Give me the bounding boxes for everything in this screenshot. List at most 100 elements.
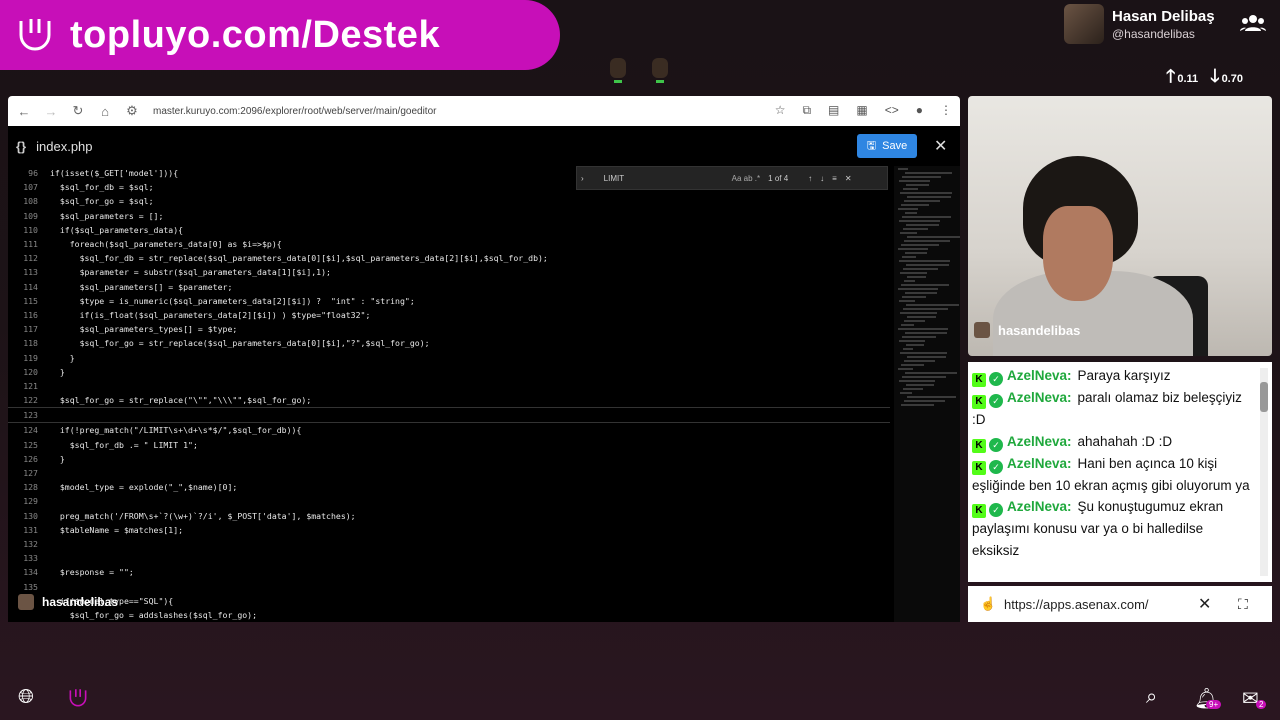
find-input[interactable]: LIMIT — [604, 174, 724, 183]
code-line[interactable]: 120 } — [8, 365, 890, 379]
match-options-icon[interactable]: Aa ab .* — [732, 174, 760, 183]
search-icon[interactable]: ⌕ — [1146, 686, 1157, 709]
code-line[interactable]: 109 $sql_parameters = []; — [8, 209, 890, 223]
code-line[interactable]: 129 — [8, 494, 890, 508]
code-line[interactable]: 111 foreach($sql_parameters_data[0] as $… — [8, 237, 890, 251]
menu-icon[interactable]: ⋮ — [940, 103, 952, 118]
mail-badge: 2 — [1256, 700, 1267, 709]
code-line[interactable]: 124 if(!preg_match("/LIMIT\s+\d+\s*$/",$… — [8, 423, 890, 437]
apps-icon[interactable]: ▦ — [856, 103, 867, 118]
code-line[interactable]: 119 } — [8, 350, 890, 364]
code-line[interactable]: 131 $tableName = $matches[1]; — [8, 523, 890, 537]
hand-icon: ☝ — [980, 596, 997, 611]
code-text: $sql_for_go = str_replace($sql_parameter… — [50, 338, 430, 349]
code-line[interactable]: 135 — [8, 579, 890, 593]
code-editor[interactable]: 96 if(isset($_GET['model'])){107 $sql_for… — [8, 166, 890, 622]
line-number: 135 — [23, 581, 38, 592]
line-number: 111 — [23, 239, 38, 250]
fullscreen-icon[interactable]: ⛶ — [1238, 596, 1248, 613]
chat-message: K ✓ AzelNeva: Hani ben açınca 10 kişi eşliğ… — [968, 453, 1272, 497]
globe-icon[interactable]: 🌐︎ — [18, 686, 34, 709]
site-info-icon[interactable]: ⚙ — [121, 103, 143, 119]
code-line[interactable]: 125 $sql_for_db .= " LIMIT 1"; — [8, 438, 890, 452]
chat-scrollbar[interactable] — [1260, 368, 1268, 576]
code-line[interactable]: 116 if(is_float($sql_parameters_data[2][… — [8, 308, 890, 322]
line-number: 118 — [23, 338, 38, 349]
code-line[interactable]: 123 — [8, 407, 890, 424]
extensions-icon[interactable]: ⧉ — [802, 103, 811, 118]
find-widget[interactable]: › LIMIT Aa ab .* 1 of 4 ↑ ↓ ≡ ✕ — [576, 166, 888, 190]
chat-username[interactable]: AzelNeva: — [1007, 434, 1072, 449]
kick-badge-icon: K — [972, 373, 986, 387]
code-text: $sql_for_go = addslashes($sql_for_go); — [50, 609, 258, 620]
back-icon[interactable]: ← — [13, 104, 35, 119]
code-line[interactable]: 130 preg_match('/FROM\s+`?(\w+)`?/i', $_… — [8, 509, 890, 523]
chat-message: K ✓ AzelNeva: Şu konuştugumuz ekran paylaşı… — [968, 496, 1272, 561]
code-text: if(isset($_GET['model'])){ — [50, 168, 179, 179]
chat-panel[interactable]: K ✓ AzelNeva: Paraya karşıyız K ✓ AzelNeva: par… — [968, 362, 1272, 582]
chat-username[interactable]: AzelNeva: — [1007, 456, 1072, 471]
code-line[interactable]: 115 $type = is_numeric($sql_parameters_d… — [8, 294, 890, 308]
code-line[interactable]: 132 — [8, 537, 890, 551]
code-text: if(!preg_match("/LIMIT\s+\d+\s*$/",$sql_… — [50, 425, 302, 436]
editor-header: {} index.php 🖫 Save ✕ — [8, 126, 960, 166]
avatar — [606, 56, 630, 88]
chat-username[interactable]: AzelNeva: — [1007, 368, 1072, 383]
home-icon[interactable]: ⌂ — [94, 104, 116, 119]
cam-username: hasandelibas — [998, 322, 1081, 338]
address-bar[interactable]: master.kuruyo.com:2096/explorer/root/web… — [153, 106, 436, 117]
users-group-icon[interactable] — [1240, 14, 1266, 37]
kick-badge-icon: K — [972, 504, 986, 519]
code-text: if(is_float($sql_parameters_data[2][$i])… — [50, 309, 371, 320]
avatar — [974, 322, 990, 338]
code-line[interactable]: 114 $sql_parameters[] = $parameter; — [8, 280, 890, 294]
save-button[interactable]: 🖫 Save — [857, 134, 917, 158]
link-bar: ☝ https://apps.asenax.com/ ✕ ⛶ — [968, 586, 1272, 622]
code-text: $sql_parameters_types[] = $type; — [50, 324, 238, 335]
profile-card[interactable]: Hasan Delibaş @hasandelibas — [1064, 4, 1266, 44]
selection-icon[interactable]: ≡ — [832, 174, 837, 183]
minimap[interactable] — [894, 166, 960, 622]
close-icon[interactable]: ✕ — [934, 136, 947, 156]
code-line[interactable]: 127 — [8, 466, 890, 480]
kick-badge-icon: K — [972, 460, 986, 475]
forward-icon[interactable]: → — [40, 104, 62, 119]
chat-message: K ✓ AzelNeva: Paraya karşıyız — [968, 365, 1272, 387]
chat-username[interactable]: AzelNeva: — [1007, 499, 1072, 514]
arrow-down-icon[interactable]: ↓ — [820, 174, 824, 183]
code-line[interactable]: if($model_type=="SQL"){ — [8, 594, 890, 608]
brand-banner[interactable]: topluyo.com/Destek — [0, 0, 560, 70]
topluyo-hand-icon[interactable] — [66, 686, 90, 716]
code-line[interactable]: 134 $response = ""; — [8, 565, 890, 579]
code-line[interactable]: 117 $sql_parameters_types[] = $type; — [8, 322, 890, 336]
code-line[interactable]: 113 $parameter = substr($sql_parameters_… — [8, 265, 890, 279]
code-line[interactable]: 126 } — [8, 452, 890, 466]
devtools-icon[interactable]: <> — [885, 103, 899, 118]
avatar — [648, 56, 672, 88]
line-number: 121 — [23, 380, 38, 391]
chat-username[interactable]: AzelNeva: — [1007, 390, 1072, 405]
code-text: if($sql_parameters_data){ — [50, 224, 184, 235]
code-line[interactable]: 110 if($sql_parameters_data){ — [8, 223, 890, 237]
code-line[interactable]: 128 $model_type = explode("_",$name)[0]; — [8, 480, 890, 494]
reading-list-icon[interactable]: ▤ — [828, 103, 839, 118]
code-line[interactable]: 133 — [8, 551, 890, 565]
code-line[interactable]: 122 $sql_for_go = str_replace("\"","\\\"… — [8, 393, 890, 407]
code-line[interactable]: 108 $sql_for_go = $sql; — [8, 194, 890, 208]
chevron-right-icon[interactable]: › — [581, 174, 584, 183]
code-line[interactable]: 121 — [8, 379, 890, 393]
code-line[interactable]: $sql_for_go = addslashes($sql_for_go); — [8, 608, 890, 622]
reload-icon[interactable]: ↻ — [67, 103, 89, 119]
close-icon[interactable]: ✕ — [1198, 594, 1211, 614]
code-line[interactable]: 112 $sql_for_db = str_replace($sql_param… — [8, 251, 890, 265]
bookmark-star-icon[interactable]: ☆ — [775, 103, 786, 118]
code-text: } — [50, 366, 65, 377]
line-number: 117 — [23, 324, 38, 335]
code-text: $sql_parameters[] = $parameter; — [50, 281, 233, 292]
profile-icon[interactable]: ● — [916, 103, 923, 118]
cam-user-tag: hasandelibas — [974, 322, 1080, 338]
arrow-up-icon[interactable]: ↑ — [808, 174, 812, 183]
external-link[interactable]: https://apps.asenax.com/ — [1004, 597, 1149, 612]
close-icon[interactable]: ✕ — [845, 174, 852, 183]
code-line[interactable]: 118 $sql_for_go = str_replace($sql_param… — [8, 336, 890, 350]
